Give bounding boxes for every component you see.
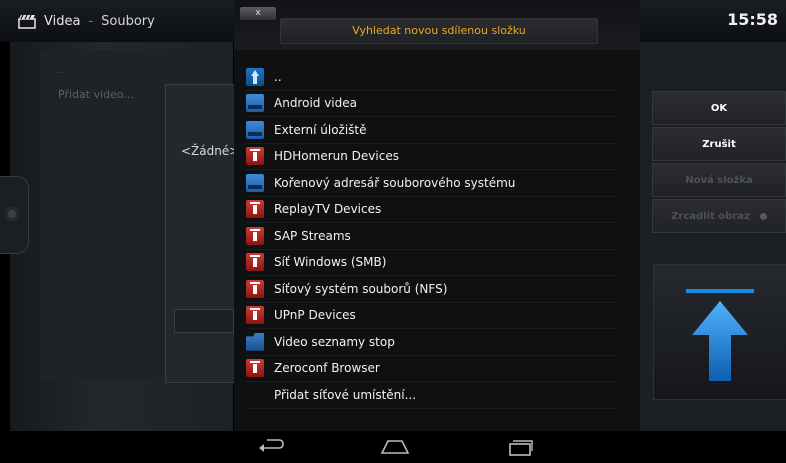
dialog-title: Vyhledat novou sdílenou složku: [352, 24, 526, 37]
list-item-label: Externí úložiště: [274, 122, 367, 137]
side-menu-handle[interactable]: [0, 176, 29, 254]
network-drive-icon: [246, 253, 264, 272]
clock: 15:58: [727, 10, 778, 29]
breadcrumb: Videa - Soubory: [18, 9, 155, 33]
mirror-image-label: Zrcadlit obraz: [671, 210, 750, 222]
network-drive-icon: [246, 306, 264, 325]
breadcrumb-current: Soubory: [101, 13, 155, 29]
browse-share-dialog: x Vyhledat novou sdílenou složku .. Andr…: [234, 0, 640, 431]
list-item-label: Kořenový adresář souborového systému: [274, 175, 516, 190]
list-item-label: Síťový systém souborů (NFS): [274, 281, 448, 296]
system-navigation-bar: [0, 431, 786, 463]
radio-dot-icon: [759, 212, 767, 220]
list-item-label: Video seznamy stop: [274, 334, 395, 349]
up-arrow-icon: [686, 289, 754, 381]
background-parent-item: ..: [58, 66, 64, 76]
list-item[interactable]: HDHomerun Devices: [246, 144, 616, 170]
background-add-video: Přidat video...: [58, 88, 134, 101]
dialog-title-bar: Vyhledat novou sdílenou složku: [280, 18, 598, 44]
list-item[interactable]: ReplayTV Devices: [246, 197, 616, 223]
home-icon[interactable]: [380, 437, 410, 457]
background-none-option: <Žádné>: [181, 144, 240, 158]
dialog-actions: OK Zrušit Nová složka Zrcadlit obraz: [652, 91, 786, 235]
list-item[interactable]: UPnP Devices: [246, 303, 616, 329]
mirror-image-button[interactable]: Zrcadlit obraz: [652, 199, 786, 233]
list-item[interactable]: Android videa: [246, 91, 616, 117]
list-item[interactable]: Zeroconf Browser: [246, 356, 616, 382]
new-folder-button[interactable]: Nová složka: [652, 163, 786, 197]
source-list: .. Android videa Externí úložiště HDHome…: [246, 64, 616, 409]
network-drive-icon: [246, 359, 264, 378]
list-item-label: SAP Streams: [274, 228, 351, 243]
background-input: [174, 309, 234, 333]
list-item[interactable]: Video seznamy stop: [246, 329, 616, 356]
network-drive-icon: [246, 147, 264, 166]
network-drive-icon: [246, 279, 264, 298]
back-icon[interactable]: [257, 437, 285, 457]
breadcrumb-separator: -: [88, 13, 94, 29]
list-item-label: UPnP Devices: [274, 308, 356, 323]
blue-drive-icon: [246, 120, 264, 139]
cancel-button[interactable]: Zrušit: [652, 127, 786, 161]
list-item-label: ReplayTV Devices: [274, 202, 382, 217]
film-clapper-icon: [18, 14, 36, 29]
list-item[interactable]: ..: [246, 64, 616, 91]
list-item-label: Android videa: [274, 96, 357, 111]
folder-icon: [246, 332, 264, 351]
list-item[interactable]: Kořenový adresář souborového systému: [246, 170, 616, 197]
list-item-label: Zeroconf Browser: [274, 361, 380, 376]
handle-dot-icon: [5, 207, 19, 221]
list-item-label: Přidat síťové umístění...: [274, 387, 417, 402]
list-item-label: HDHomerun Devices: [274, 149, 399, 164]
network-drive-icon: [246, 226, 264, 245]
network-drive-icon: [246, 200, 264, 219]
list-item-label: ..: [274, 69, 282, 84]
close-button[interactable]: x: [240, 7, 276, 20]
list-item-label: Síť Windows (SMB): [274, 255, 387, 270]
list-item[interactable]: Přidat síťové umístění...: [246, 382, 616, 409]
list-item[interactable]: Síť Windows (SMB): [246, 250, 616, 276]
list-item[interactable]: SAP Streams: [246, 223, 616, 250]
blue-drive-icon: [246, 94, 264, 113]
up-arrow-icon: [246, 67, 264, 86]
list-item[interactable]: Síťový systém souborů (NFS): [246, 276, 616, 303]
list-item[interactable]: Externí úložiště: [246, 117, 616, 144]
ok-button[interactable]: OK: [652, 91, 786, 125]
blue-drive-icon: [246, 173, 264, 192]
preview-thumbnail: [653, 264, 786, 400]
breadcrumb-root[interactable]: Videa: [44, 14, 80, 29]
background-dialog-frame: [165, 84, 235, 383]
recent-apps-icon[interactable]: [506, 437, 534, 457]
